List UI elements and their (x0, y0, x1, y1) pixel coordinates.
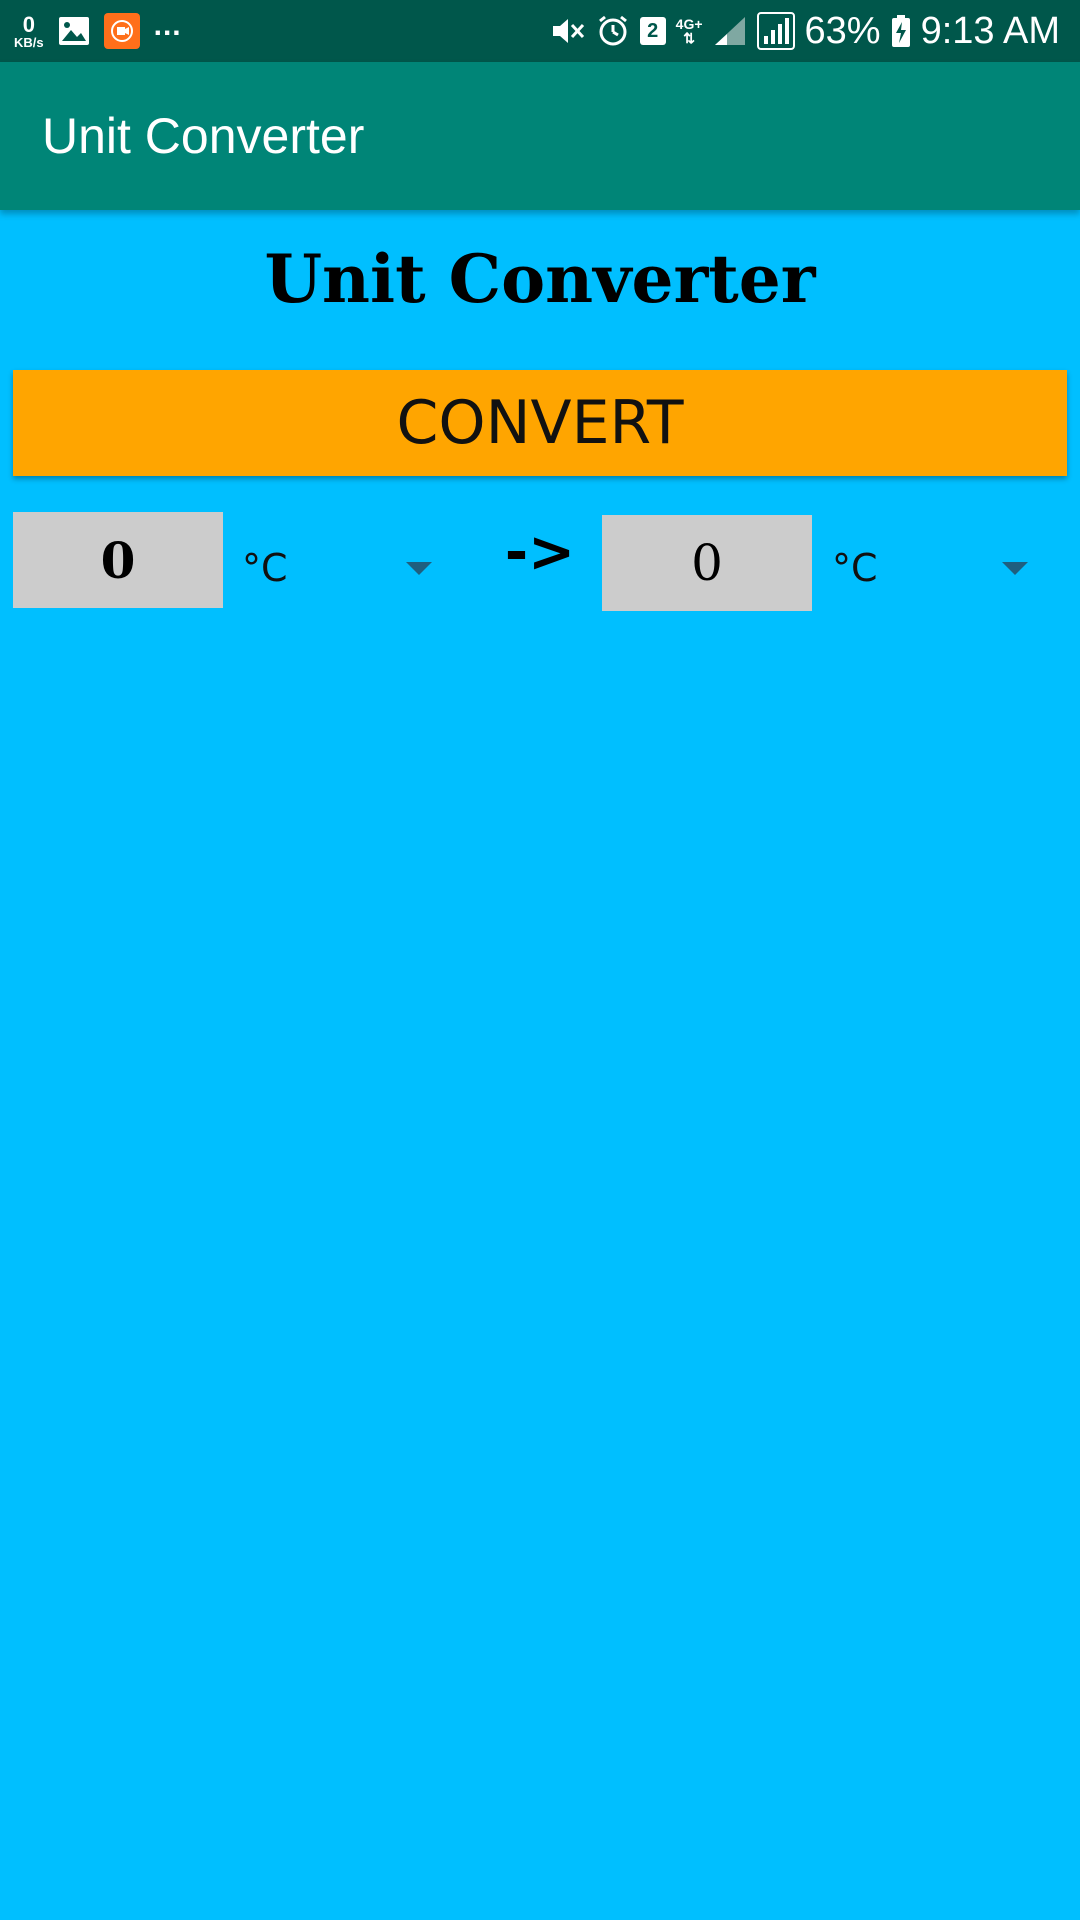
chevron-down-icon (406, 562, 432, 575)
signal-icon (756, 12, 795, 50)
status-bar-left: 0 KB/s ... (14, 0, 182, 62)
to-unit-label: °C (832, 546, 878, 590)
image-icon (58, 16, 90, 46)
app-bar-title: Unit Converter (42, 108, 365, 164)
network-speed-unit: KB/s (14, 34, 44, 50)
chevron-down-icon (1002, 562, 1028, 575)
from-unit-dropdown[interactable]: °C (242, 520, 432, 616)
alarm-icon (596, 14, 630, 48)
app-bar: Unit Converter (0, 62, 1080, 210)
status-bar-right: 2 4G+ ⇅ 63% 9:13 AM (550, 0, 1060, 62)
more-notifications: ... (153, 9, 182, 42)
page-title: Unit Converter (264, 240, 816, 318)
network-type: 4G+ ⇅ (676, 17, 703, 45)
from-value-field[interactable]: 0 (13, 512, 223, 608)
sim-slot-badge: 2 (639, 17, 666, 45)
from-unit-label: °C (242, 546, 288, 590)
convert-button[interactable]: CONVERT (13, 370, 1067, 476)
to-unit-dropdown[interactable]: °C (832, 520, 1028, 616)
network-type-label: 4G+ (675, 16, 703, 32)
conversion-arrow: -> (504, 520, 576, 585)
to-value-field[interactable]: 0 (602, 515, 812, 611)
battery-charging-icon (891, 14, 911, 48)
data-arrows-icon: ⇅ (683, 30, 695, 46)
screen-recorder-icon (103, 13, 140, 49)
mute-icon (550, 14, 586, 48)
signal-icon (713, 15, 747, 47)
network-speed: 0 KB/s (14, 11, 44, 50)
battery-percent: 63% (804, 9, 881, 52)
clock: 9:13 AM (920, 9, 1060, 52)
network-speed-value: 0 (22, 11, 35, 37)
status-bar: 0 KB/s ... 2 4G+ ⇅ 63% 9:13 AM (0, 0, 1080, 62)
